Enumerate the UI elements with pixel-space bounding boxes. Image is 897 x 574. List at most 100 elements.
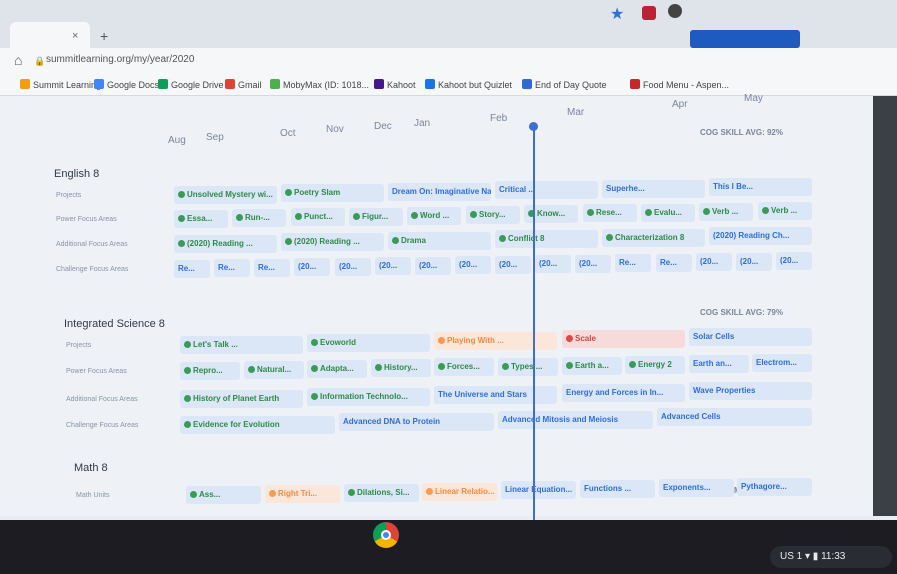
project-chip[interactable]: Re...	[615, 254, 651, 272]
project-chip[interactable]: Re...	[254, 259, 290, 277]
project-chip[interactable]: Unsolved Mystery wi...	[174, 186, 277, 204]
project-chip[interactable]: Essa...	[174, 210, 228, 228]
new-tab-button[interactable]: +	[100, 28, 108, 44]
project-chip[interactable]: Right Tri...	[265, 485, 340, 503]
project-chip[interactable]: Wave Properties	[689, 382, 812, 400]
scrollbar[interactable]	[873, 96, 897, 516]
page-top-button[interactable]	[690, 30, 800, 48]
subject-title[interactable]: Integrated Science 8	[64, 318, 165, 330]
bookmark-item[interactable]: End of Day Quote	[522, 74, 607, 96]
bookmark-item[interactable]: Gmail	[225, 74, 262, 96]
subject-title[interactable]: English 8	[54, 168, 99, 180]
project-chip[interactable]: (20...	[696, 253, 732, 271]
project-chip[interactable]: (2020) Reading Ch...	[709, 227, 812, 245]
project-chip[interactable]: Ass...	[186, 486, 261, 504]
project-chip[interactable]: Exponents...	[659, 479, 734, 497]
project-chip[interactable]: Re...	[656, 254, 692, 272]
bookmark-item[interactable]: Summit Learning	[20, 74, 101, 96]
project-chip[interactable]: Advanced Mitosis and Meiosis	[498, 411, 653, 429]
project-chip[interactable]: Types ...	[498, 358, 558, 376]
project-chip[interactable]: Dream On: Imaginative Narratives	[388, 183, 491, 201]
bookmark-item[interactable]: MobyMax (ID: 1018...	[270, 74, 369, 96]
bookmark-item[interactable]: Kahoot but Quizlet	[425, 74, 512, 96]
project-chip[interactable]: Natural...	[244, 361, 304, 379]
bookmark-item[interactable]: Food Menu - Aspen...	[630, 74, 729, 96]
project-chip[interactable]: Let's Talk ...	[180, 336, 303, 354]
project-chip[interactable]: (20...	[495, 256, 531, 274]
bookmark-item[interactable]: Google Drive	[158, 74, 224, 96]
project-chip[interactable]: The Universe and Stars	[434, 386, 557, 404]
extension-icon[interactable]	[642, 6, 656, 20]
project-chip[interactable]: Run-...	[232, 209, 286, 227]
project-chip[interactable]: Re...	[214, 259, 250, 277]
project-chip[interactable]: (20...	[294, 258, 330, 276]
project-chip[interactable]: (20...	[375, 257, 411, 275]
project-chip[interactable]: Forces...	[434, 358, 494, 376]
project-chip[interactable]: Superhe...	[602, 180, 705, 198]
project-chip[interactable]: This I Be...	[709, 178, 812, 196]
project-chip[interactable]: Word ...	[407, 207, 461, 225]
project-chip[interactable]: Adapta...	[307, 360, 367, 378]
project-chip[interactable]: Characterization 8	[602, 229, 705, 247]
project-chip[interactable]: (20...	[776, 252, 812, 270]
project-chip[interactable]: Evidence for Evolution	[180, 416, 335, 434]
bookmark-star-icon[interactable]: ★	[610, 4, 624, 24]
project-chip[interactable]: Linear Equation...	[501, 481, 576, 499]
profile-icon[interactable]	[668, 4, 682, 18]
project-chip[interactable]: (20...	[535, 255, 571, 273]
check-icon	[236, 214, 243, 221]
project-chip[interactable]: (2020) Reading ...	[281, 233, 384, 251]
project-chip[interactable]: Repro...	[180, 362, 240, 380]
project-chip[interactable]: (2020) Reading ...	[174, 235, 277, 253]
project-chip[interactable]: History of Planet Earth	[180, 390, 303, 408]
project-chip[interactable]: Earth an...	[689, 355, 749, 373]
project-chip[interactable]: Earth a...	[562, 357, 622, 375]
project-chip[interactable]: Advanced DNA to Protein	[339, 413, 494, 431]
project-chip[interactable]: Verb ...	[758, 202, 812, 220]
project-chip[interactable]: Poetry Slam	[281, 184, 384, 202]
project-chip[interactable]: Energy 2	[625, 356, 685, 374]
bookmark-item[interactable]: Kahoot	[374, 74, 416, 96]
home-icon[interactable]: ⌂	[14, 52, 22, 68]
project-chip[interactable]: Punct...	[291, 208, 345, 226]
project-chip[interactable]: Functions ...	[580, 480, 655, 498]
status-tray[interactable]: US 1 ▾ ▮ 11:33	[770, 546, 892, 568]
address-bar[interactable]: summitlearning.org/my/year/2020	[46, 54, 194, 65]
project-chip[interactable]: (20...	[575, 255, 611, 273]
project-chip[interactable]: Advanced Cells	[657, 408, 812, 426]
project-chip[interactable]: Story...	[466, 206, 520, 224]
project-chip[interactable]: Conflict 8	[495, 230, 598, 248]
project-chip[interactable]: Evoworld	[307, 334, 430, 352]
bookmark-icon	[374, 79, 384, 89]
project-chip[interactable]: Solar Cells	[689, 328, 812, 346]
bookmark-item[interactable]: Google Docs	[94, 74, 159, 96]
close-icon[interactable]: ×	[72, 30, 78, 42]
project-chip[interactable]: Scale	[562, 330, 685, 348]
project-chip[interactable]: Pythagore...	[737, 478, 812, 496]
project-chip[interactable]: Playing With ...	[434, 332, 557, 350]
project-chip[interactable]: Re...	[174, 260, 210, 278]
project-chip[interactable]: History...	[371, 359, 431, 377]
chip-label: (2020) Reading Ch...	[713, 231, 790, 240]
project-chip[interactable]: Rese...	[583, 204, 637, 222]
bookmark-icon	[20, 79, 30, 89]
chip-label: Right Tri...	[278, 489, 318, 498]
subject-title[interactable]: Math 8	[74, 462, 108, 474]
project-chip[interactable]: Energy and Forces in In...	[562, 384, 685, 402]
check-icon	[470, 211, 477, 218]
today-marker-dot[interactable]	[529, 122, 538, 131]
project-chip[interactable]: (20...	[415, 257, 451, 275]
project-chip[interactable]: Critical ...	[495, 181, 598, 199]
project-chip[interactable]: (20...	[335, 258, 371, 276]
project-chip[interactable]: Electrom...	[752, 354, 812, 372]
project-chip[interactable]: Linear Relatio...	[422, 483, 497, 501]
project-chip[interactable]: Verb ...	[699, 203, 753, 221]
project-chip[interactable]: Dilations, Si...	[344, 484, 419, 502]
project-chip[interactable]: Figur...	[349, 208, 403, 226]
project-chip[interactable]: (20...	[736, 253, 772, 271]
project-chip[interactable]: Information Technolo...	[307, 388, 430, 406]
project-chip[interactable]: Drama	[388, 232, 491, 250]
project-chip[interactable]: (20...	[455, 256, 491, 274]
project-chip[interactable]: Evalu...	[641, 204, 695, 222]
month-label: Apr	[672, 99, 688, 110]
